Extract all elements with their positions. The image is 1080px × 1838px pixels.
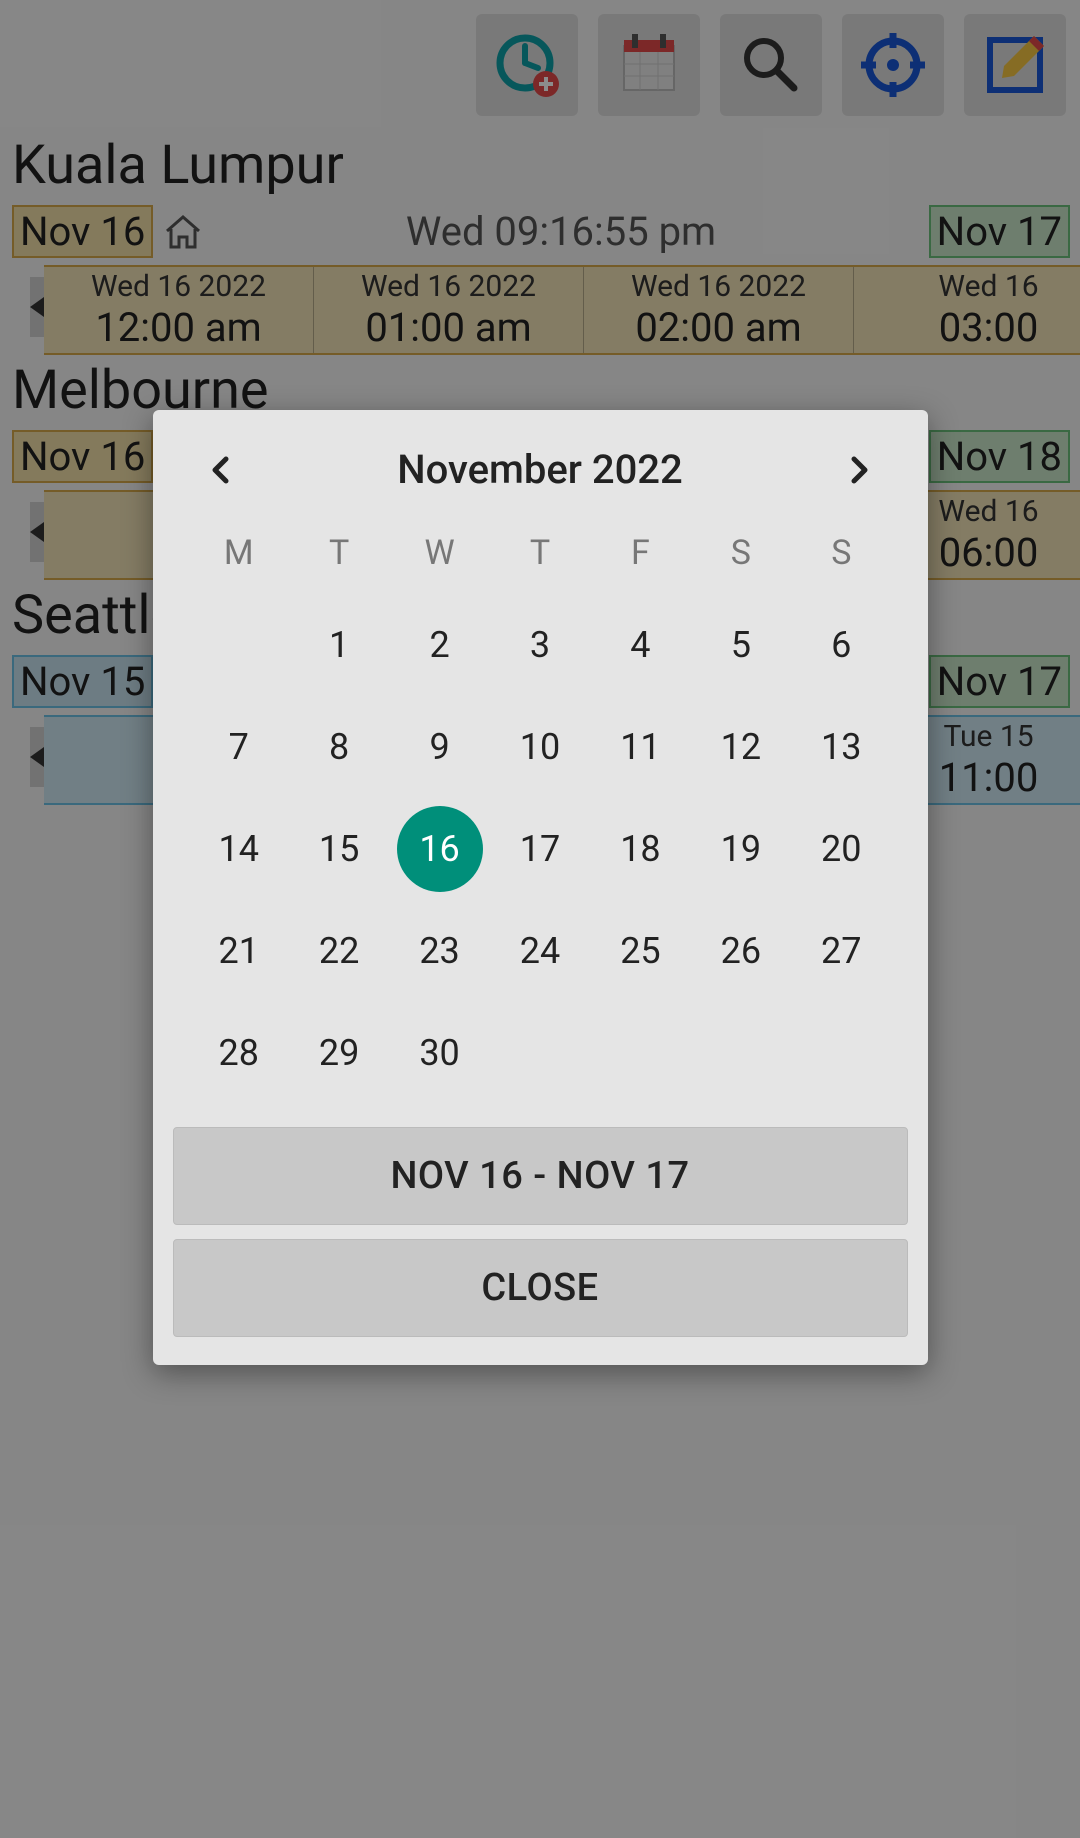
calendar-day[interactable]: 21 bbox=[189, 921, 289, 981]
calendar-day[interactable]: 11 bbox=[590, 717, 690, 777]
dow-header: S bbox=[691, 533, 791, 573]
calendar-day[interactable]: 12 bbox=[691, 717, 791, 777]
calendar-day[interactable]: 29 bbox=[289, 1023, 389, 1083]
dow-header: W bbox=[389, 533, 489, 573]
calendar-day[interactable]: 22 bbox=[289, 921, 389, 981]
calendar-day[interactable]: 14 bbox=[189, 819, 289, 879]
calendar-grid: MTWTFSS.12345678910111213141516171819202… bbox=[163, 523, 918, 1113]
modal-overlay[interactable]: November 2022 MTWTFSS.123456789101112131… bbox=[0, 0, 1080, 1838]
calendar-day[interactable]: 6 bbox=[791, 615, 891, 675]
dow-header: T bbox=[490, 533, 590, 573]
calendar-day[interactable]: 17 bbox=[490, 819, 590, 879]
calendar-day[interactable]: 13 bbox=[791, 717, 891, 777]
date-range-button[interactable]: NOV 16 - NOV 17 bbox=[173, 1127, 908, 1225]
calendar-day[interactable]: 28 bbox=[189, 1023, 289, 1083]
calendar-day[interactable]: 24 bbox=[490, 921, 590, 981]
calendar-day[interactable]: 3 bbox=[490, 615, 590, 675]
calendar-day[interactable]: 26 bbox=[691, 921, 791, 981]
month-title: November 2022 bbox=[397, 446, 683, 493]
calendar-day[interactable]: 16 bbox=[397, 806, 483, 892]
calendar-day[interactable]: 4 bbox=[590, 615, 690, 675]
dow-header: M bbox=[189, 533, 289, 573]
calendar-day[interactable]: 25 bbox=[590, 921, 690, 981]
calendar-day[interactable]: 23 bbox=[389, 921, 489, 981]
calendar-day[interactable]: 20 bbox=[791, 819, 891, 879]
dow-header: F bbox=[590, 533, 690, 573]
next-month-button[interactable] bbox=[837, 448, 881, 492]
calendar-day[interactable]: 30 bbox=[389, 1023, 489, 1083]
dow-header: S bbox=[791, 533, 891, 573]
calendar-day[interactable]: 10 bbox=[490, 717, 590, 777]
calendar-day[interactable]: 7 bbox=[189, 717, 289, 777]
prev-month-button[interactable] bbox=[199, 448, 243, 492]
calendar-day[interactable]: 5 bbox=[691, 615, 791, 675]
date-picker-dialog: November 2022 MTWTFSS.123456789101112131… bbox=[153, 410, 928, 1365]
calendar-day[interactable]: 18 bbox=[590, 819, 690, 879]
calendar-day[interactable]: 2 bbox=[389, 615, 489, 675]
calendar-day[interactable]: 27 bbox=[791, 921, 891, 981]
calendar-day[interactable]: 9 bbox=[389, 717, 489, 777]
calendar-day[interactable]: 15 bbox=[289, 819, 389, 879]
dow-header: T bbox=[289, 533, 389, 573]
calendar-day[interactable]: 8 bbox=[289, 717, 389, 777]
calendar-day[interactable]: 19 bbox=[691, 819, 791, 879]
calendar-day[interactable]: 1 bbox=[289, 615, 389, 675]
close-button[interactable]: CLOSE bbox=[173, 1239, 908, 1337]
